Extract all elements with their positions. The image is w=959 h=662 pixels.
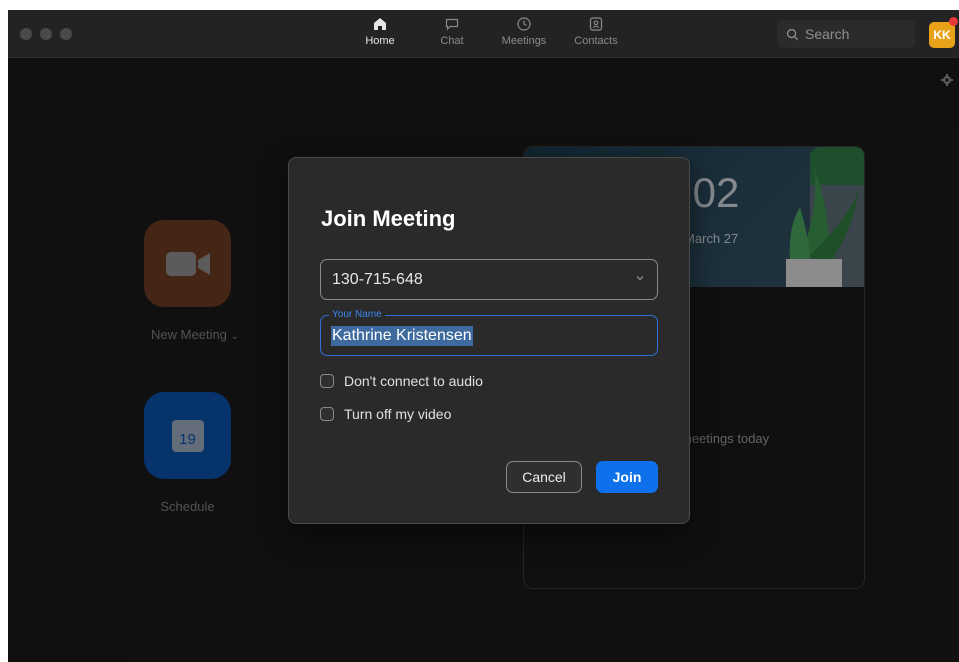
- join-meeting-dialog: Join Meeting 130-715-648 Your Name Kathr…: [288, 157, 690, 524]
- avatar[interactable]: KK: [929, 22, 955, 48]
- tab-meetings[interactable]: Meetings: [494, 16, 554, 56]
- video-off-option[interactable]: Turn off my video: [320, 406, 451, 422]
- cancel-button[interactable]: Cancel: [506, 461, 582, 493]
- contacts-icon: [589, 17, 603, 31]
- zoom-window-button[interactable]: [60, 28, 72, 40]
- tab-home[interactable]: Home: [350, 16, 410, 56]
- dialog-title: Join Meeting: [321, 206, 456, 231]
- close-window-button[interactable]: [20, 28, 32, 40]
- window-controls: [20, 28, 72, 40]
- search-input[interactable]: Search: [777, 20, 915, 48]
- search-placeholder: Search: [805, 26, 850, 42]
- search-icon: [786, 28, 799, 40]
- your-name-value: Kathrine Kristensen: [331, 326, 473, 346]
- no-audio-checkbox[interactable]: [320, 374, 334, 388]
- title-bar: Home Chat Meetings Contacts Search KK: [8, 10, 959, 58]
- meeting-id-value: 130-715-648: [332, 270, 423, 288]
- your-name-input[interactable]: Your Name Kathrine Kristensen: [320, 309, 658, 356]
- video-off-label: Turn off my video: [344, 406, 452, 422]
- chevron-down-icon[interactable]: [635, 274, 645, 282]
- chat-icon: [445, 18, 459, 31]
- minimize-window-button[interactable]: [40, 28, 52, 40]
- tab-chat-label: Chat: [440, 35, 464, 47]
- tab-contacts[interactable]: Contacts: [566, 16, 626, 56]
- tab-meetings-label: Meetings: [501, 35, 547, 47]
- home-icon: [374, 18, 386, 30]
- avatar-initials: KK: [933, 28, 951, 42]
- meeting-id-dropdown[interactable]: 130-715-648: [320, 259, 658, 300]
- your-name-label: Your Name: [329, 309, 385, 321]
- video-off-checkbox[interactable]: [320, 407, 334, 421]
- no-audio-label: Don't connect to audio: [344, 373, 483, 389]
- tab-contacts-label: Contacts: [574, 35, 618, 47]
- clock-icon: [517, 17, 531, 31]
- no-audio-option[interactable]: Don't connect to audio: [320, 373, 483, 389]
- notification-badge: [949, 17, 958, 26]
- tab-home-label: Home: [365, 35, 395, 47]
- zoom-window: Home Chat Meetings Contacts Search KK Ne…: [8, 10, 959, 662]
- join-button[interactable]: Join: [596, 461, 658, 493]
- tab-chat[interactable]: Chat: [422, 16, 482, 56]
